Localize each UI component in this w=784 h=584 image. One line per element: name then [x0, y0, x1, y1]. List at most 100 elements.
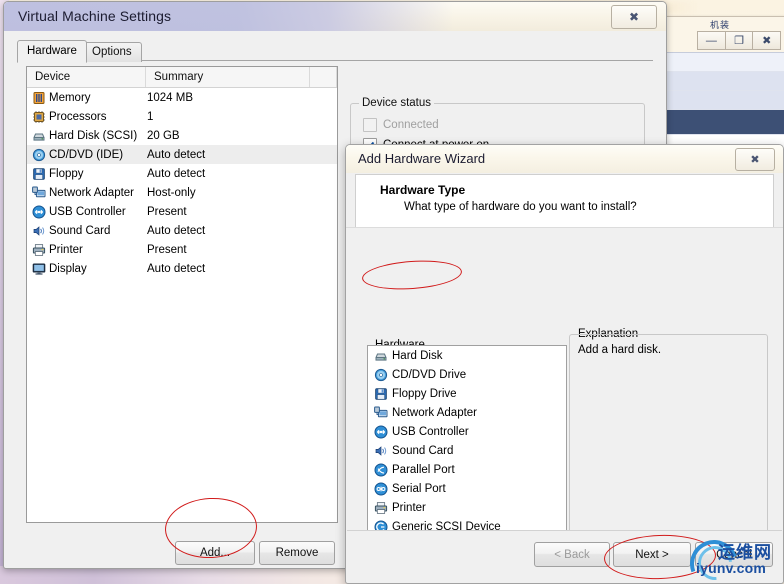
screenshot-root: 机装 — ❐ ✖ Virtual Machine Settings ✖ Hard…	[0, 0, 784, 584]
printer-icon	[374, 501, 388, 515]
vm-settings-titlebar[interactable]: Virtual Machine Settings	[4, 2, 666, 31]
device-row-usb-controller[interactable]: USB Controller Present	[27, 202, 337, 221]
hardware-item-label: Hard Disk	[392, 349, 443, 362]
hardware-item-label: Serial Port	[392, 482, 446, 495]
device-row-name: Hard Disk (SCSI)	[32, 129, 147, 143]
device-summary-label: 1	[147, 110, 154, 123]
tab-options[interactable]: Options	[82, 42, 142, 62]
device-name-label: USB Controller	[49, 205, 126, 218]
background-list-row-selected	[664, 110, 784, 135]
device-list-rows: Memory 1024 MB Processors 1 Hard Disk (SCSI)…	[27, 88, 337, 278]
harddisk-icon	[374, 349, 388, 363]
hardware-type-list[interactable]: Hard Disk CD/DVD Drive Floppy Drive Network…	[367, 345, 567, 551]
watermark: 运维网 iyunv.com	[682, 532, 784, 584]
device-row-name: Display	[32, 262, 147, 276]
display-icon	[32, 262, 46, 276]
hardware-item-usb-controller[interactable]: USB Controller	[368, 422, 566, 441]
connected-label: Connected	[383, 119, 439, 131]
device-name-label: Processors	[49, 110, 107, 123]
column-header-summary[interactable]: Summary	[146, 67, 310, 87]
device-summary-label: Present	[147, 243, 187, 256]
remove-button[interactable]: Remove	[259, 541, 335, 565]
processor-icon	[32, 110, 46, 124]
column-header-device[interactable]: Device	[27, 67, 146, 87]
device-row-network-adapter[interactable]: Network Adapter Host-only	[27, 183, 337, 202]
vm-settings-tabstrip: Hardware Options	[17, 40, 653, 63]
floppy-icon	[32, 167, 46, 181]
hardware-item-label: Printer	[392, 501, 426, 514]
device-name-label: Network Adapter	[49, 186, 135, 199]
device-status-legend: Device status	[359, 97, 435, 109]
wizard-close-button[interactable]: ✖	[735, 148, 775, 171]
device-row-name: Floppy	[32, 167, 147, 181]
network-icon	[32, 186, 46, 200]
device-row-processors[interactable]: Processors 1	[27, 107, 337, 126]
device-row-display[interactable]: Display Auto detect	[27, 259, 337, 278]
usb-icon	[32, 205, 46, 219]
background-maximize-button[interactable]: ❐	[725, 31, 754, 50]
next-button[interactable]: Next >	[613, 542, 691, 567]
hardware-item-label: Sound Card	[392, 444, 454, 457]
hardware-item-label: Parallel Port	[392, 463, 455, 476]
hardware-item-network-adapter[interactable]: Network Adapter	[368, 403, 566, 422]
device-row-floppy[interactable]: Floppy Auto detect	[27, 164, 337, 183]
hardware-item-hard-disk[interactable]: Hard Disk	[368, 346, 566, 365]
add-button[interactable]: Add...	[175, 541, 255, 565]
back-button[interactable]: < Back	[534, 542, 610, 567]
wizard-step-subtitle: What type of hardware do you want to ins…	[404, 201, 637, 213]
background-window-content	[664, 52, 784, 154]
device-row-name: Network Adapter	[32, 186, 147, 200]
device-summary-label: 20 GB	[147, 129, 180, 142]
usb-icon	[374, 425, 388, 439]
device-row-hard-disk-scsi[interactable]: Hard Disk (SCSI) 20 GB	[27, 126, 337, 145]
device-row-cd-dvd-ide[interactable]: CD/DVD (IDE) Auto detect	[27, 145, 337, 164]
device-row-name: CD/DVD (IDE)	[32, 148, 147, 162]
device-row-name: USB Controller	[32, 205, 147, 219]
device-name-label: Sound Card	[49, 224, 111, 237]
hardware-item-cd-dvd-drive[interactable]: CD/DVD Drive	[368, 365, 566, 384]
device-name-label: Floppy	[49, 167, 84, 180]
explanation-text: Add a hard disk.	[578, 344, 662, 356]
hardware-item-label: USB Controller	[392, 425, 469, 438]
connected-checkbox[interactable]	[363, 118, 377, 132]
device-summary-label: Auto detect	[147, 262, 206, 275]
hardware-item-parallel-port[interactable]: Parallel Port	[368, 460, 566, 479]
device-row-sound-card[interactable]: Sound Card Auto detect	[27, 221, 337, 240]
column-header-blank[interactable]	[310, 67, 337, 87]
device-summary-label: Auto detect	[147, 148, 206, 161]
hardware-item-printer[interactable]: Printer	[368, 498, 566, 517]
network-icon	[374, 406, 388, 420]
background-window-buttons: — ❐ ✖	[697, 31, 782, 50]
device-row-memory[interactable]: Memory 1024 MB	[27, 88, 337, 107]
hardware-item-label: Floppy Drive	[392, 387, 457, 400]
watermark-domain-text: iyunv.com	[696, 560, 767, 576]
hardware-item-sound-card[interactable]: Sound Card	[368, 441, 566, 460]
device-name-label: Printer	[49, 243, 83, 256]
device-name-label: CD/DVD (IDE)	[49, 148, 124, 161]
hardware-item-serial-port[interactable]: Serial Port	[368, 479, 566, 498]
serial-icon	[374, 482, 388, 496]
explanation-groupbox	[569, 334, 768, 551]
device-row-name: Memory	[32, 91, 147, 105]
sound-icon	[374, 444, 388, 458]
connected-checkbox-row[interactable]: Connected	[363, 118, 439, 132]
wizard-titlebar[interactable]: Add Hardware Wizard	[346, 145, 783, 173]
add-hardware-wizard-dialog: Add Hardware Wizard ✖ Hardware Type What…	[345, 144, 784, 584]
device-row-printer[interactable]: Printer Present	[27, 240, 337, 259]
parallel-icon	[374, 463, 388, 477]
background-window-title: 机装	[709, 20, 730, 30]
device-list[interactable]: Device Summary Memory 1024 MB Processors 1 H…	[26, 66, 338, 523]
vm-settings-close-button[interactable]: ✖	[611, 5, 657, 29]
tab-hardware[interactable]: Hardware	[17, 40, 87, 63]
wizard-title: Add Hardware Wizard	[358, 151, 486, 166]
background-minimize-button[interactable]: —	[697, 31, 726, 50]
device-row-name: Processors	[32, 110, 147, 124]
hardware-item-label: Network Adapter	[392, 406, 478, 419]
device-row-name: Printer	[32, 243, 147, 257]
hardware-item-floppy-drive[interactable]: Floppy Drive	[368, 384, 566, 403]
cddvd-icon	[32, 148, 46, 162]
device-summary-label: Auto detect	[147, 224, 206, 237]
hardware-item-label: CD/DVD Drive	[392, 368, 467, 381]
background-close-button[interactable]: ✖	[753, 31, 782, 50]
device-summary-label: Present	[147, 205, 187, 218]
